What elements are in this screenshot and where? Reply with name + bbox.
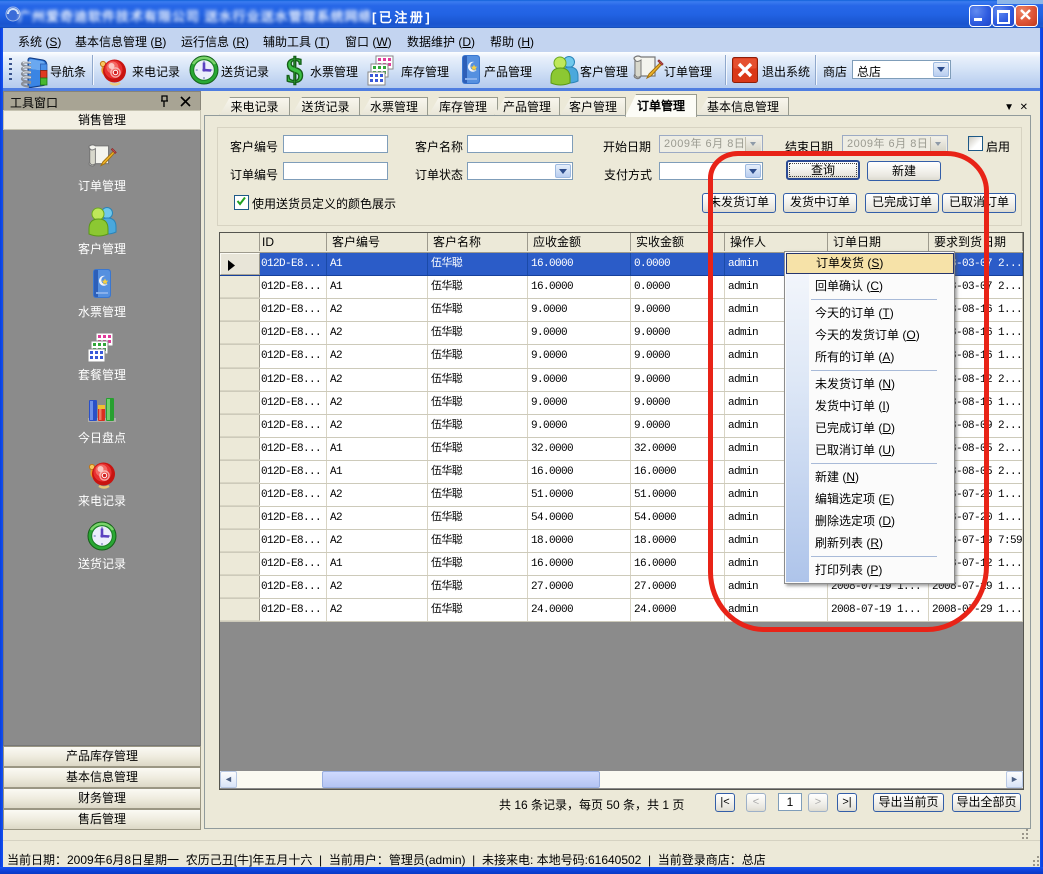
svg-text:$: $ [286, 53, 304, 87]
